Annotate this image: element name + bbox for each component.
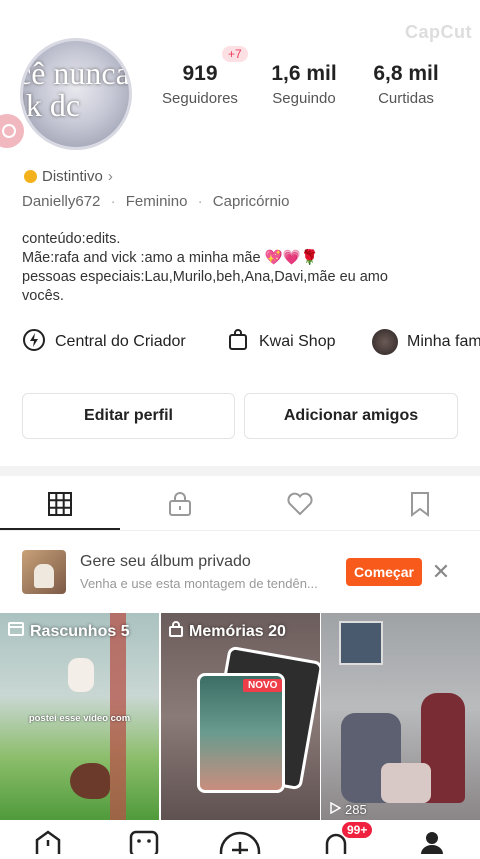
kwai-shop-label: Kwai Shop bbox=[259, 333, 336, 350]
family-label: Minha fam bbox=[407, 333, 480, 350]
distintivo-label: Distintivo bbox=[42, 168, 103, 185]
chevron-right-icon: › bbox=[107, 168, 113, 185]
family-link[interactable]: Minha fam bbox=[372, 328, 480, 356]
notification-badge: 99+ bbox=[342, 822, 373, 838]
video-tile[interactable]: 285 bbox=[321, 613, 480, 821]
lock-icon bbox=[169, 621, 183, 642]
tab-saved[interactable] bbox=[360, 484, 480, 528]
bio-line: pessoas especiais:Lau,Murilo,beh,Ana,Dav… bbox=[22, 269, 388, 285]
heart-icon bbox=[286, 491, 314, 522]
bio-line: vocês. bbox=[22, 288, 64, 304]
shopping-bag-icon bbox=[226, 328, 250, 357]
new-badge: NOVO bbox=[243, 679, 283, 692]
create-icon[interactable] bbox=[218, 830, 262, 859]
close-icon[interactable]: ✕ bbox=[430, 560, 452, 584]
edit-profile-button[interactable]: Editar perfil bbox=[22, 393, 235, 439]
draft-caption: postei esse vídeo com bbox=[28, 713, 131, 724]
zodiac-sign: Capricórnio bbox=[212, 193, 290, 210]
album-thumbnail bbox=[22, 550, 66, 594]
stat-following[interactable]: 1,6 mil Seguindo bbox=[254, 62, 354, 107]
play-count-value: 285 bbox=[345, 802, 367, 817]
album-banner-subtitle: Venha e use esta montagem de tendên... bbox=[80, 576, 318, 591]
start-button[interactable]: Começar bbox=[346, 558, 422, 586]
distintivo-link[interactable]: Distintivo › bbox=[24, 168, 113, 185]
stat-followers[interactable]: 919 Seguidores bbox=[150, 62, 250, 107]
followers-label: Seguidores bbox=[162, 90, 238, 107]
profile-meta: Danielly672 · Feminino · Capricórnio bbox=[22, 193, 290, 210]
camera-icon[interactable] bbox=[0, 114, 24, 148]
bio: conteúdo:edits. Mãe:rafa and vick :amo a… bbox=[22, 230, 462, 306]
avatar[interactable]: cê nunca lk dc bbox=[20, 38, 132, 150]
likes-label: Curtidas bbox=[378, 90, 434, 107]
discover-icon[interactable] bbox=[129, 830, 159, 859]
play-icon bbox=[329, 801, 342, 817]
bottom-nav bbox=[0, 820, 480, 859]
memories-tile[interactable]: Memórias 20 NOVO bbox=[161, 613, 320, 821]
grid-icon bbox=[47, 491, 73, 522]
new-followers-badge: +7 bbox=[222, 46, 248, 62]
bio-line: Mãe:rafa and vick :amo a minha mãe 💖💗🌹 bbox=[22, 250, 319, 266]
home-icon[interactable] bbox=[34, 830, 62, 859]
likes-count: 6,8 mil bbox=[373, 62, 439, 85]
album-banner-title: Gere seu álbum privado bbox=[80, 553, 251, 570]
drafts-label-group: Rascunhos 5 bbox=[8, 621, 130, 642]
drafts-icon bbox=[8, 621, 24, 642]
drafts-label: Rascunhos 5 bbox=[30, 622, 130, 640]
creator-center-link[interactable]: Central do Criador bbox=[22, 328, 186, 356]
add-friends-button[interactable]: Adicionar amigos bbox=[244, 393, 458, 439]
lightning-circle-icon bbox=[22, 328, 46, 357]
bio-line: conteúdo:edits. bbox=[22, 231, 121, 247]
following-count: 1,6 mil bbox=[271, 62, 337, 85]
bookmark-icon bbox=[409, 491, 431, 522]
username: Danielly672 bbox=[22, 193, 101, 210]
stat-likes[interactable]: 6,8 mil Curtidas bbox=[356, 62, 456, 107]
kwai-shop-link[interactable]: Kwai Shop bbox=[226, 328, 336, 356]
creator-center-label: Central do Criador bbox=[55, 333, 186, 350]
badge-icon bbox=[24, 170, 37, 183]
tab-grid[interactable] bbox=[0, 484, 120, 528]
followers-count: 919 bbox=[182, 62, 218, 85]
family-avatar-icon bbox=[372, 329, 398, 355]
memories-label-group: Memórias 20 bbox=[169, 621, 286, 642]
play-count: 285 bbox=[329, 801, 367, 817]
avatar-text: cê nunca lk dc bbox=[23, 55, 130, 123]
tab-likes[interactable] bbox=[240, 484, 360, 528]
tabs-divider bbox=[0, 530, 480, 531]
section-divider bbox=[0, 466, 480, 476]
lock-icon bbox=[167, 491, 193, 522]
following-label: Seguindo bbox=[272, 90, 336, 107]
capcut-watermark: CapCut bbox=[405, 22, 472, 42]
tab-private[interactable] bbox=[120, 484, 240, 528]
gender: Feminino bbox=[125, 193, 188, 210]
profile-icon[interactable] bbox=[418, 830, 446, 859]
memories-label: Memórias 20 bbox=[189, 622, 286, 640]
drafts-tile[interactable]: Rascunhos 5 postei esse vídeo com bbox=[0, 613, 159, 821]
